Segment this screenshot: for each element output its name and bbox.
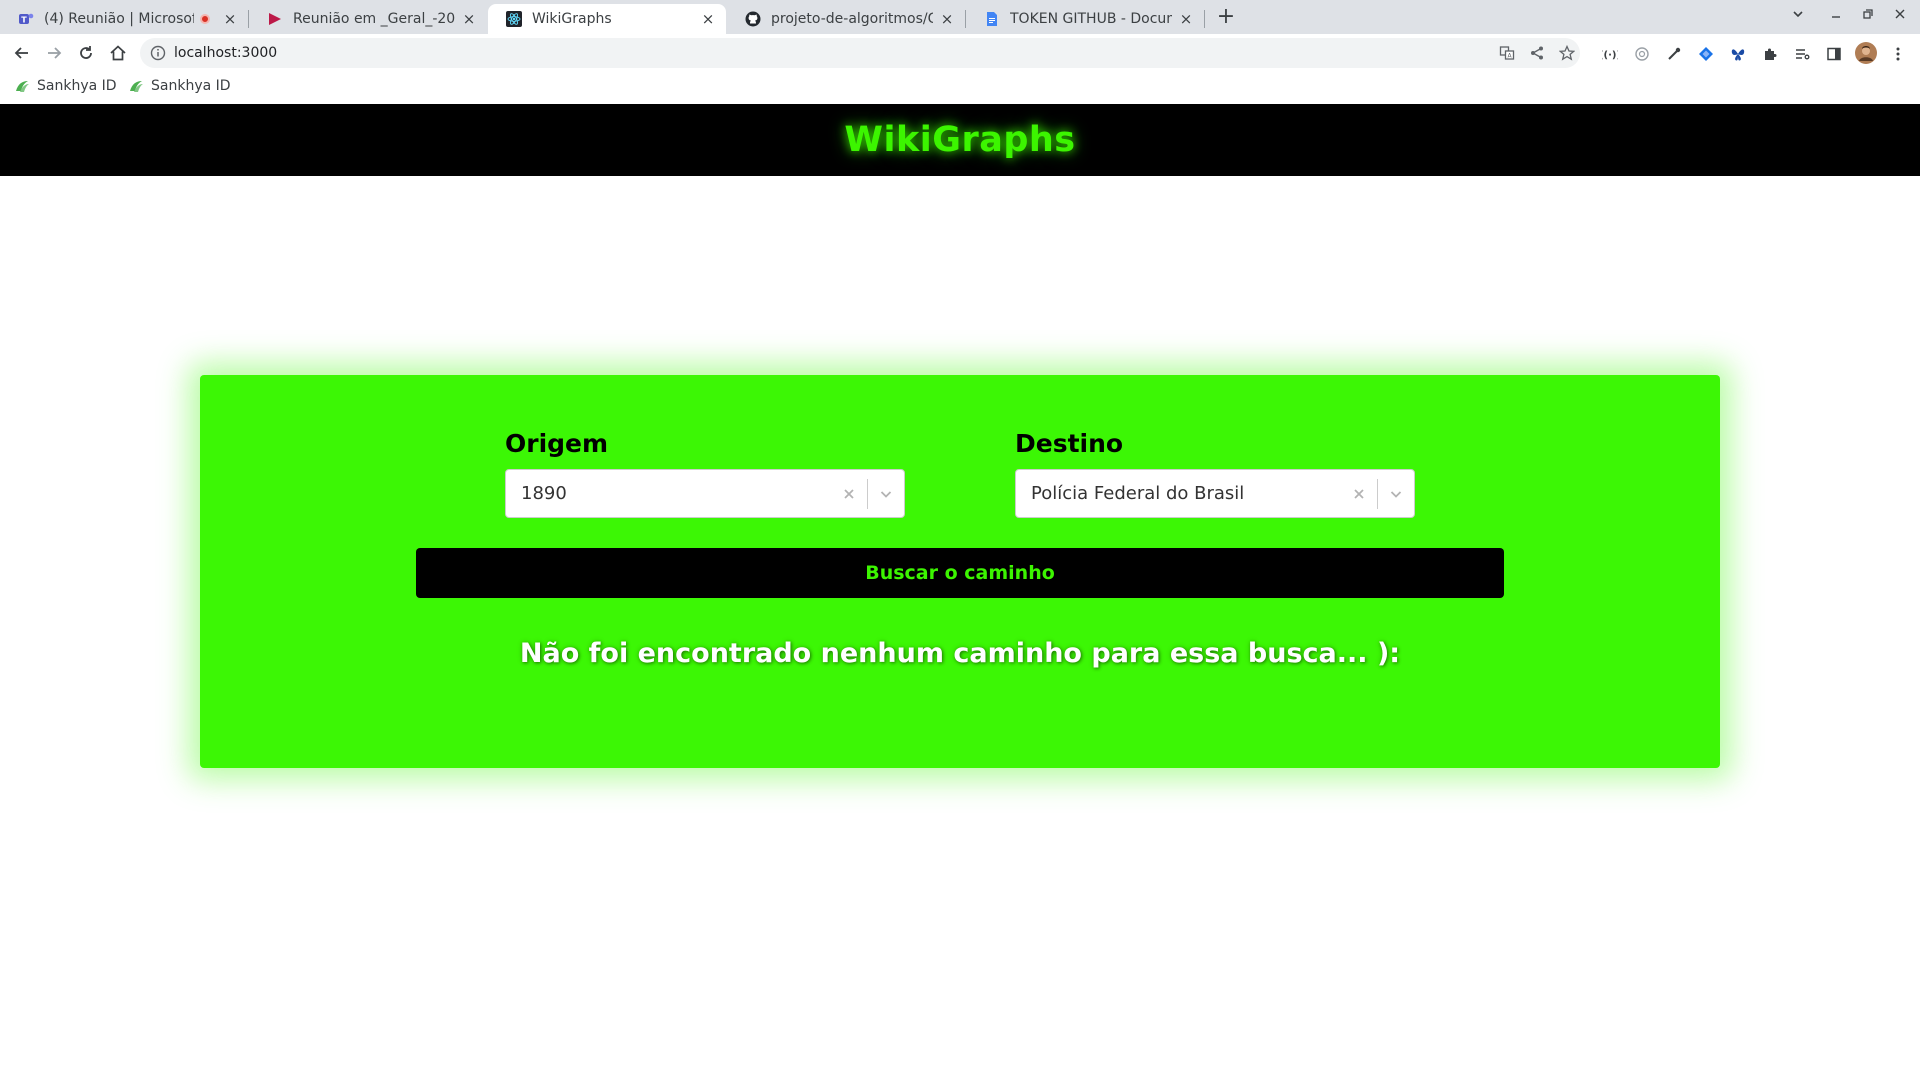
tab-separator: [1204, 10, 1205, 28]
extension-circle-icon[interactable]: [1632, 44, 1652, 64]
tab-close-icon[interactable]: ×: [939, 10, 955, 28]
tab-search-chevron-icon[interactable]: [1786, 4, 1810, 30]
teams-icon: T: [18, 11, 34, 27]
bookmark-sankhya-1[interactable]: Sankhya ID: [14, 78, 117, 94]
tab-google-docs[interactable]: TOKEN GITHUB - Documen ×: [966, 4, 1204, 34]
app-title: WikiGraphs: [844, 120, 1076, 160]
close-window-icon[interactable]: [1888, 4, 1912, 30]
tab-title: Reunião em _Geral_-2022: [293, 11, 455, 27]
browser-menu-icon[interactable]: [1888, 44, 1908, 64]
tab-title: WikiGraphs: [532, 11, 612, 27]
home-icon[interactable]: [106, 41, 130, 65]
forward-arrow-icon[interactable]: [42, 41, 66, 65]
tab-github[interactable]: projeto-de-algoritmos/Gr ×: [727, 4, 965, 34]
site-info-icon[interactable]: [150, 45, 166, 61]
destination-select-value[interactable]: Polícia Federal do Brasil: [1016, 483, 1341, 504]
tab-title: TOKEN GITHUB - Documen: [1010, 11, 1172, 27]
chevron-down-icon[interactable]: [868, 469, 904, 518]
clear-icon[interactable]: [831, 469, 867, 518]
eyedropper-icon[interactable]: [1664, 44, 1684, 64]
app-header: WikiGraphs: [0, 104, 1920, 176]
tab-close-icon[interactable]: ×: [222, 10, 238, 28]
svg-text:((·)): ((·)): [1602, 50, 1618, 61]
extensions-puzzle-icon[interactable]: [1760, 44, 1780, 64]
search-path-button[interactable]: Buscar o caminho: [416, 548, 1504, 598]
back-arrow-icon[interactable]: [10, 41, 34, 65]
docs-icon: [984, 11, 1000, 27]
extension-diamond-icon[interactable]: [1696, 44, 1716, 64]
url-text[interactable]: localhost:3000: [174, 45, 277, 61]
sankhya-icon: [14, 78, 30, 94]
minimize-icon[interactable]: [1824, 4, 1848, 30]
translate-icon[interactable]: A: [1498, 44, 1516, 62]
profile-avatar[interactable]: [1855, 42, 1877, 64]
recording-indicator-icon: [200, 14, 210, 24]
destination-label: Destino: [1015, 429, 1124, 458]
destination-field: Destino Polícia Federal do Brasil: [1015, 429, 1415, 518]
no-path-found-message: Não foi encontrado nenhum caminho para e…: [519, 638, 1401, 669]
share-icon[interactable]: [1528, 44, 1546, 62]
stream-play-icon: [267, 11, 283, 27]
destination-select[interactable]: Polícia Federal do Brasil: [1015, 469, 1415, 518]
reload-icon[interactable]: [74, 41, 98, 65]
origin-select-value[interactable]: 1890: [506, 483, 831, 504]
origin-label: Origem: [505, 429, 609, 458]
side-panel-icon[interactable]: [1824, 44, 1844, 64]
chevron-down-icon[interactable]: [1378, 469, 1414, 518]
tab-title: (4) Reunião | Microsoft Teams: [44, 11, 194, 27]
github-icon: [745, 11, 761, 27]
extension-radio-icon[interactable]: ((·)): [1600, 44, 1620, 64]
extension-butterfly-icon[interactable]: [1728, 44, 1748, 64]
origin-select[interactable]: 1890: [505, 469, 905, 518]
address-bar[interactable]: localhost:3000 A: [140, 38, 1580, 68]
origin-field: Origem 1890: [505, 429, 905, 518]
new-tab-button[interactable]: +: [1214, 4, 1238, 30]
bookmark-label: Sankhya ID: [151, 78, 231, 94]
tab-close-icon[interactable]: ×: [700, 10, 716, 28]
tab-title: projeto-de-algoritmos/Gr: [771, 11, 933, 27]
bookmark-label: Sankhya ID: [37, 78, 117, 94]
bookmark-star-icon[interactable]: [1558, 44, 1576, 62]
tab-wikigraphs[interactable]: WikiGraphs ×: [488, 4, 726, 34]
reading-list-icon[interactable]: [1792, 44, 1812, 64]
tab-teams[interactable]: T (4) Reunião | Microsoft Teams ×: [0, 4, 248, 34]
clear-icon[interactable]: [1341, 469, 1377, 518]
bookmarks-bar: Sankhya ID Sankhya ID: [0, 72, 1920, 104]
tab-stream[interactable]: Reunião em _Geral_-2022 ×: [249, 4, 487, 34]
browser-toolbar: localhost:3000 A ((·)): [0, 34, 1920, 72]
tab-close-icon[interactable]: ×: [1178, 10, 1194, 28]
bookmark-sankhya-2[interactable]: Sankhya ID: [128, 78, 231, 94]
search-card: Origem 1890 Destino Polícia Federal do B…: [200, 375, 1720, 768]
tab-close-icon[interactable]: ×: [461, 10, 477, 28]
browser-tab-strip: T (4) Reunião | Microsoft Teams × Reuniã…: [0, 0, 1920, 34]
restore-icon[interactable]: [1856, 4, 1880, 30]
react-icon: [506, 11, 522, 27]
sankhya-icon: [128, 78, 144, 94]
svg-text:T: T: [21, 16, 27, 25]
